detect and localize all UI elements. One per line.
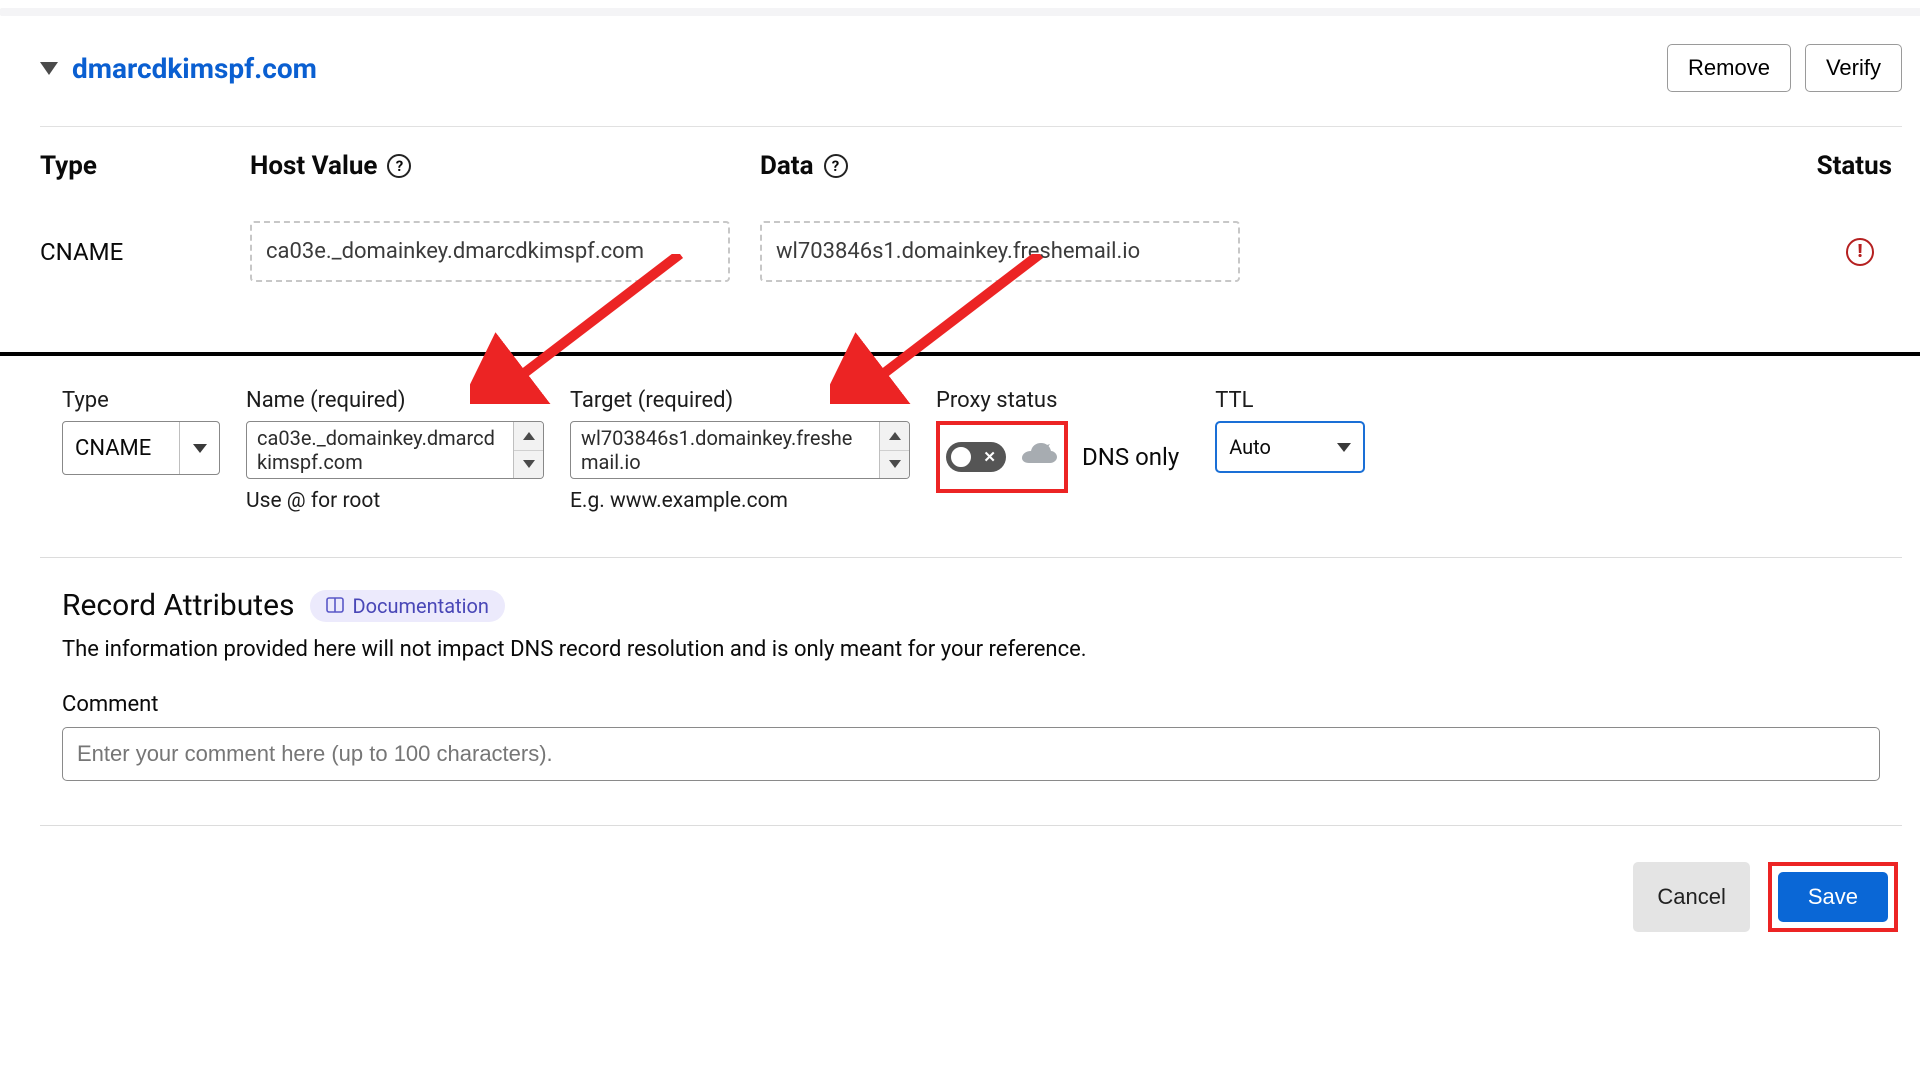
type-label: Type bbox=[62, 388, 220, 413]
annotation-arrow-icon bbox=[830, 254, 1060, 404]
comment-label: Comment bbox=[62, 692, 1880, 717]
name-field: Name (required) ca03e._domainkey.dmarcdk… bbox=[246, 388, 544, 513]
proxy-status-text: DNS only bbox=[1082, 443, 1179, 471]
name-hint: Use @ for root bbox=[246, 489, 544, 513]
cloud-icon bbox=[1020, 441, 1058, 474]
annotation-highlight-box: ✕ bbox=[936, 421, 1068, 493]
record-type-value: CNAME bbox=[40, 238, 250, 266]
type-select-value: CNAME bbox=[63, 422, 179, 474]
col-host-header: Host Value bbox=[250, 151, 377, 181]
target-input[interactable]: wl703846s1.domainkey.freshemail.io bbox=[570, 421, 910, 479]
annotation-highlight-box: Save bbox=[1768, 862, 1898, 932]
ttl-select[interactable]: Auto bbox=[1215, 421, 1365, 473]
name-input-value: ca03e._domainkey.dmarcdkimspf.com bbox=[257, 426, 503, 474]
book-icon bbox=[326, 594, 344, 618]
chevron-down-icon bbox=[1337, 443, 1351, 452]
ttl-select-value: Auto bbox=[1229, 435, 1271, 459]
help-icon[interactable]: ? bbox=[824, 154, 848, 178]
records-header-row: Type Host Value ? Data ? Status bbox=[40, 127, 1902, 181]
spinner-down-button[interactable] bbox=[880, 451, 909, 479]
verify-button[interactable]: Verify bbox=[1805, 44, 1902, 92]
record-attributes-description: The information provided here will not i… bbox=[62, 637, 1880, 662]
annotation-arrow-icon bbox=[470, 254, 700, 404]
col-type-header: Type bbox=[40, 151, 250, 181]
target-hint: E.g. www.example.com bbox=[570, 489, 910, 513]
caret-down-icon[interactable] bbox=[40, 62, 58, 75]
spinner-down-button[interactable] bbox=[514, 451, 543, 479]
col-data-header: Data bbox=[760, 151, 814, 181]
remove-button[interactable]: Remove bbox=[1667, 44, 1791, 92]
x-icon: ✕ bbox=[983, 448, 996, 466]
comment-input[interactable] bbox=[62, 727, 1880, 781]
proxy-toggle[interactable]: ✕ bbox=[946, 442, 1006, 472]
help-icon[interactable]: ? bbox=[387, 154, 411, 178]
documentation-label: Documentation bbox=[352, 594, 489, 618]
domain-name-link[interactable]: dmarcdkimspf.com bbox=[72, 52, 317, 85]
cancel-button[interactable]: Cancel bbox=[1633, 862, 1749, 932]
documentation-badge[interactable]: Documentation bbox=[310, 590, 505, 622]
name-input[interactable]: ca03e._domainkey.dmarcdkimspf.com bbox=[246, 421, 544, 479]
ttl-label: TTL bbox=[1215, 388, 1365, 413]
col-status-header: Status bbox=[1270, 151, 1902, 181]
spinner-up-button[interactable] bbox=[514, 422, 543, 451]
type-field: Type CNAME bbox=[62, 388, 220, 475]
ttl-field: TTL Auto bbox=[1215, 388, 1365, 473]
dns-edit-form-row: Type CNAME Name (required) ca03e._domain… bbox=[40, 364, 1902, 553]
spinner-up-button[interactable] bbox=[880, 422, 909, 451]
type-select[interactable]: CNAME bbox=[62, 421, 220, 475]
target-input-value: wl703846s1.domainkey.freshemail.io bbox=[581, 426, 869, 474]
record-attributes-heading: Record Attributes bbox=[62, 588, 294, 623]
target-field: Target (required) wl703846s1.domainkey.f… bbox=[570, 388, 910, 513]
warning-icon: ! bbox=[1846, 238, 1874, 266]
domain-header: dmarcdkimspf.com Remove Verify bbox=[40, 16, 1902, 102]
save-button[interactable]: Save bbox=[1778, 872, 1888, 922]
chevron-down-icon bbox=[179, 422, 219, 474]
